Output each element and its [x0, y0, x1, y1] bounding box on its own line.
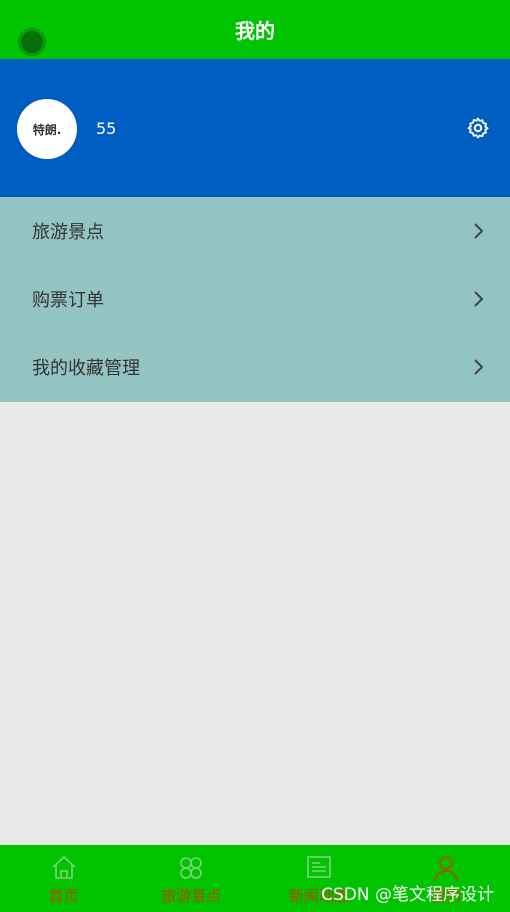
top-header: 我的 [0, 0, 510, 59]
menu-item-ticket-orders[interactable]: 购票订单 [0, 265, 510, 333]
tab-label: 首页 [48, 887, 79, 905]
menu-item-scenic-spots[interactable]: 旅游景点 [0, 197, 510, 265]
avatar[interactable]: 特朗. [17, 99, 77, 159]
menu-item-label: 旅游景点 [32, 222, 104, 243]
tab-home[interactable]: 首页 [0, 845, 128, 912]
news-icon [306, 856, 331, 878]
home-icon [52, 855, 76, 879]
tab-scenic-spots[interactable]: 旅游景点 [128, 845, 256, 912]
page-title: 我的 [235, 19, 275, 43]
tab-label: 旅游景点 [161, 887, 222, 905]
menu-item-favorites[interactable]: 我的收藏管理 [0, 333, 510, 401]
avatar-text: 特朗. [32, 122, 62, 137]
profile-section: 特朗. 55 [0, 59, 510, 197]
watermark-text: CSDN @笔文程序设计 [321, 885, 494, 905]
menu-item-label: 我的收藏管理 [32, 358, 140, 379]
menu-list: 旅游景点 购票订单 我的收藏管理 [0, 197, 510, 402]
chevron-right-icon [474, 359, 484, 375]
user-icon [434, 856, 459, 882]
gear-icon[interactable] [466, 116, 490, 140]
status-indicator-icon [18, 28, 46, 56]
menu-item-label: 购票订单 [32, 290, 104, 311]
chevron-right-icon [474, 223, 484, 239]
chevron-right-icon [474, 291, 484, 307]
clover-icon [180, 857, 203, 879]
username: 55 [96, 119, 117, 138]
